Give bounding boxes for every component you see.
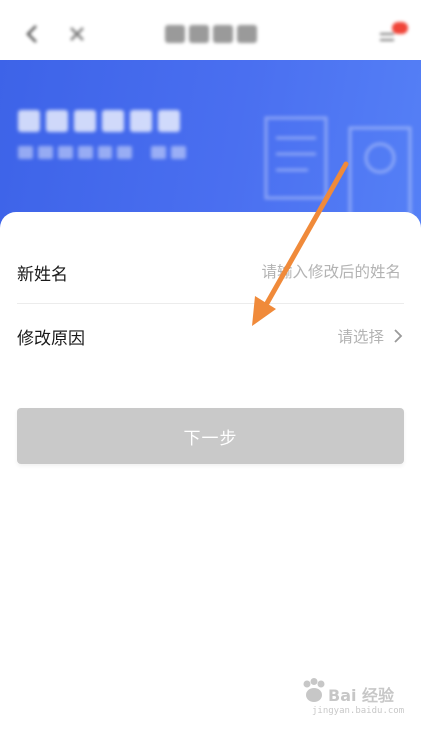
watermark-text: Bai 经验 [328,686,395,705]
close-icon[interactable] [66,22,88,46]
document-illustration-icon [264,116,412,220]
menu-icon[interactable] [378,22,408,46]
watermark-url: jingyan.baidu.com [312,706,405,716]
modify-reason-label: 修改原因 [17,328,85,349]
header-banner [0,60,421,235]
new-name-row[interactable]: 新姓名 [0,240,421,304]
modify-reason-row[interactable]: 修改原因 请选择 [0,304,421,368]
menu-lines-icon [380,33,394,41]
new-name-input[interactable] [199,256,403,288]
page-title [165,25,257,43]
next-step-button[interactable]: 下一步 [17,408,404,464]
baidu-jingyan-watermark: Bai 经验 jingyan.baidu.com [298,676,408,722]
modify-reason-select[interactable]: 请选择 [337,325,384,347]
new-name-label: 新姓名 [17,264,68,285]
back-arrow-icon[interactable] [22,22,44,46]
banner-title [18,110,180,132]
paw-logo-icon [303,678,325,702]
form-card: 新姓名 修改原因 请选择 下一步 [0,212,421,734]
notification-badge [392,22,408,34]
navigation-bar [0,8,421,60]
banner-subtitle [18,146,187,159]
chevron-right-icon[interactable] [392,328,404,344]
